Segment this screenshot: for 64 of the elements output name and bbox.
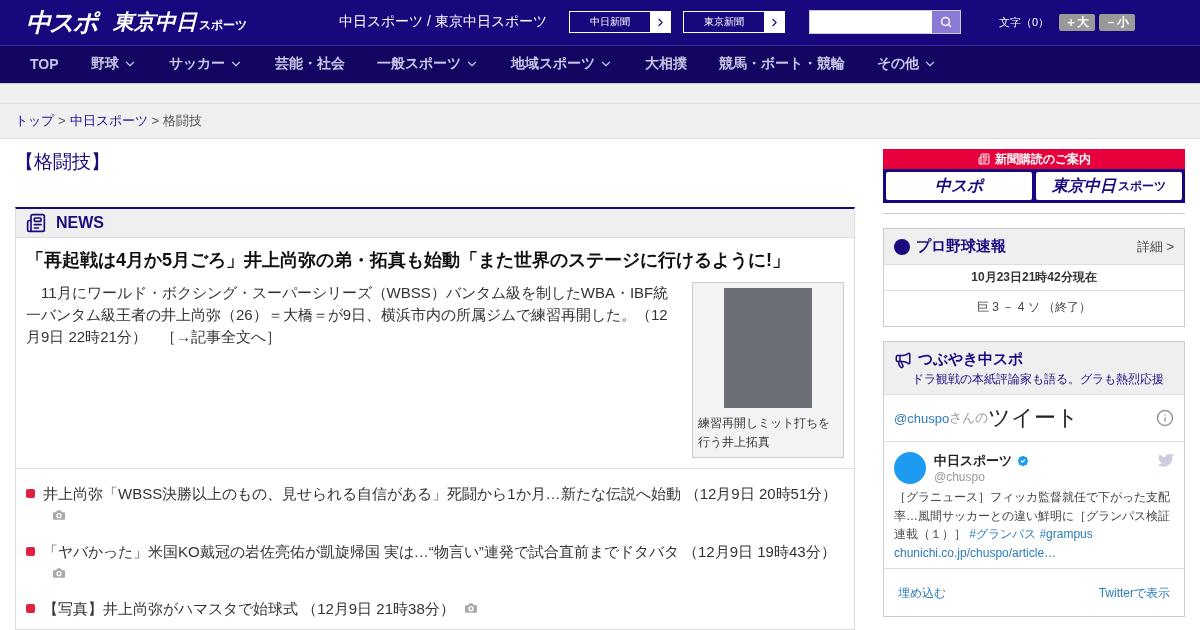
subscribe-title: 新聞購読のご案内 bbox=[994, 150, 1091, 168]
search-field[interactable] bbox=[809, 10, 961, 35]
tweets-label: さんの bbox=[949, 409, 989, 425]
baseball-icon bbox=[894, 238, 910, 255]
page-title: 【格闘技】 bbox=[15, 150, 111, 174]
news-time: （12月9日 21時38分） bbox=[301, 600, 455, 618]
card-title: プロ野球速報 bbox=[916, 237, 1006, 256]
breadcrumb-separator: > bbox=[58, 113, 66, 129]
news-time: （12月9日 19時43分） bbox=[682, 542, 836, 560]
breadcrumb-link[interactable]: トップ bbox=[15, 111, 54, 130]
news-link[interactable]: 「ヤバかった」米国KO戴冠の岩佐亮佑が凱旋帰国 実は…“物言い”連発で試合直前までドタバタ bbox=[43, 542, 679, 560]
font-size-label: 文字（0） bbox=[999, 14, 1050, 30]
hashtag-link[interactable]: #grampus bbox=[1039, 527, 1093, 542]
breadcrumb-link[interactable]: 中日スポーツ bbox=[69, 111, 148, 130]
nav-item[interactable]: 地域スポーツ bbox=[494, 55, 629, 74]
headline[interactable]: 「再起戦は4月か5月ごろ」井上尚弥の弟・拓真も始動「また世界のステージに行けるように!」 bbox=[26, 248, 844, 272]
nav-item[interactable]: 芸能・社会 bbox=[258, 55, 361, 74]
tweets-heading: ツイート bbox=[988, 404, 1080, 432]
search-button[interactable] bbox=[932, 11, 960, 34]
account-handle: @chuspo bbox=[934, 470, 986, 484]
bullet-icon bbox=[26, 489, 35, 499]
newspaper-icon bbox=[977, 153, 990, 165]
news-link[interactable]: 井上尚弥「WBSS決勝以上のもの、見せられる自信がある」死闘から1か月…新たな伝説へ始動 bbox=[43, 485, 681, 503]
account-name[interactable]: 中日スポーツ bbox=[934, 452, 1012, 470]
subscribe-button[interactable]: 中スポ bbox=[886, 172, 1032, 200]
bullet-icon bbox=[26, 546, 35, 556]
card-title: つぶやき中スポ bbox=[918, 350, 1023, 369]
bullet-icon bbox=[26, 604, 35, 614]
photo-caption: 練習再開しミット打ちを行う井上拓真 bbox=[698, 415, 831, 452]
info-icon[interactable] bbox=[1156, 409, 1174, 427]
lead-paragraph: 11月にワールド・ボクシング・スーパーシリーズ（WBSS）バンタム級を制したWBA・IBF統一バンタム級王者の井上尚弥（26）＝大橋＝が9日、横浜市内の所属ジムで練習再開した。（12月9日 22時21分） ［→記事全文へ］ bbox=[26, 283, 670, 347]
breadcrumb-current: 格闘技 bbox=[163, 111, 203, 130]
news-time: （12月9日 20時51分） bbox=[683, 485, 838, 503]
nav-item[interactable]: 一般スポーツ bbox=[360, 55, 495, 74]
nav-item[interactable]: その他 bbox=[860, 55, 953, 74]
newspaper-link[interactable]: 東京新聞 bbox=[683, 11, 785, 34]
subscribe-button[interactable]: 東京中日スポーツ bbox=[1036, 172, 1182, 200]
card-subtitle: ドラ観戦の本紙評論家も語る。グラも熱烈応援 bbox=[911, 371, 1165, 388]
update-time: 10月23日21時42分現在 bbox=[884, 265, 1184, 291]
nav-item[interactable]: 競馬・ボート・競輪 bbox=[702, 55, 861, 74]
newspaper-link[interactable]: 中日新聞 bbox=[569, 11, 671, 34]
nav-item[interactable]: 大相撲 bbox=[628, 55, 703, 74]
newspaper-icon bbox=[26, 213, 46, 233]
news-heading: NEWS bbox=[56, 214, 104, 232]
megaphone-icon bbox=[894, 350, 912, 369]
full-article-link[interactable]: ［→記事全文へ］ bbox=[160, 327, 281, 345]
url-link[interactable]: chunichi.co.jp/chuspo/article… bbox=[894, 545, 1057, 560]
bird-icon bbox=[1158, 452, 1174, 468]
nav-item[interactable]: サッカー bbox=[152, 55, 259, 74]
nav-item[interactable]: 野球 bbox=[74, 55, 153, 74]
site-title: 中日スポーツ / 東京中日スポーツ bbox=[339, 13, 548, 32]
tweet-footer-link[interactable]: Twitterで表示 bbox=[1098, 585, 1170, 603]
hashtag-link[interactable]: #グランパス bbox=[969, 527, 1037, 542]
nav-item[interactable]: TOP bbox=[14, 56, 75, 73]
breadcrumb-separator: > bbox=[151, 113, 160, 129]
search-icon bbox=[940, 16, 952, 29]
site-logo[interactable]: 東京中日スポーツ bbox=[113, 8, 247, 37]
avatar[interactable] bbox=[894, 452, 926, 484]
detail-link[interactable]: 詳細 > bbox=[1136, 237, 1174, 256]
game-score[interactable]: 巨 3 － 4 ソ （終了） bbox=[884, 291, 1184, 326]
news-link[interactable]: 【写真】井上尚弥がハマスタで始球式 bbox=[43, 600, 298, 618]
tweet-footer-link[interactable]: 埋め込む bbox=[898, 585, 946, 603]
account-link[interactable]: @chuspo bbox=[894, 410, 950, 426]
tweet-text: ［グラニュース］フィッカ監督就任で下がった支配率…風間サッカーとの違い鮮明に［グランパス検証連載（１）］ #グランパス #grampus chunichi.co.jp/chuspo/article… bbox=[884, 488, 1184, 570]
